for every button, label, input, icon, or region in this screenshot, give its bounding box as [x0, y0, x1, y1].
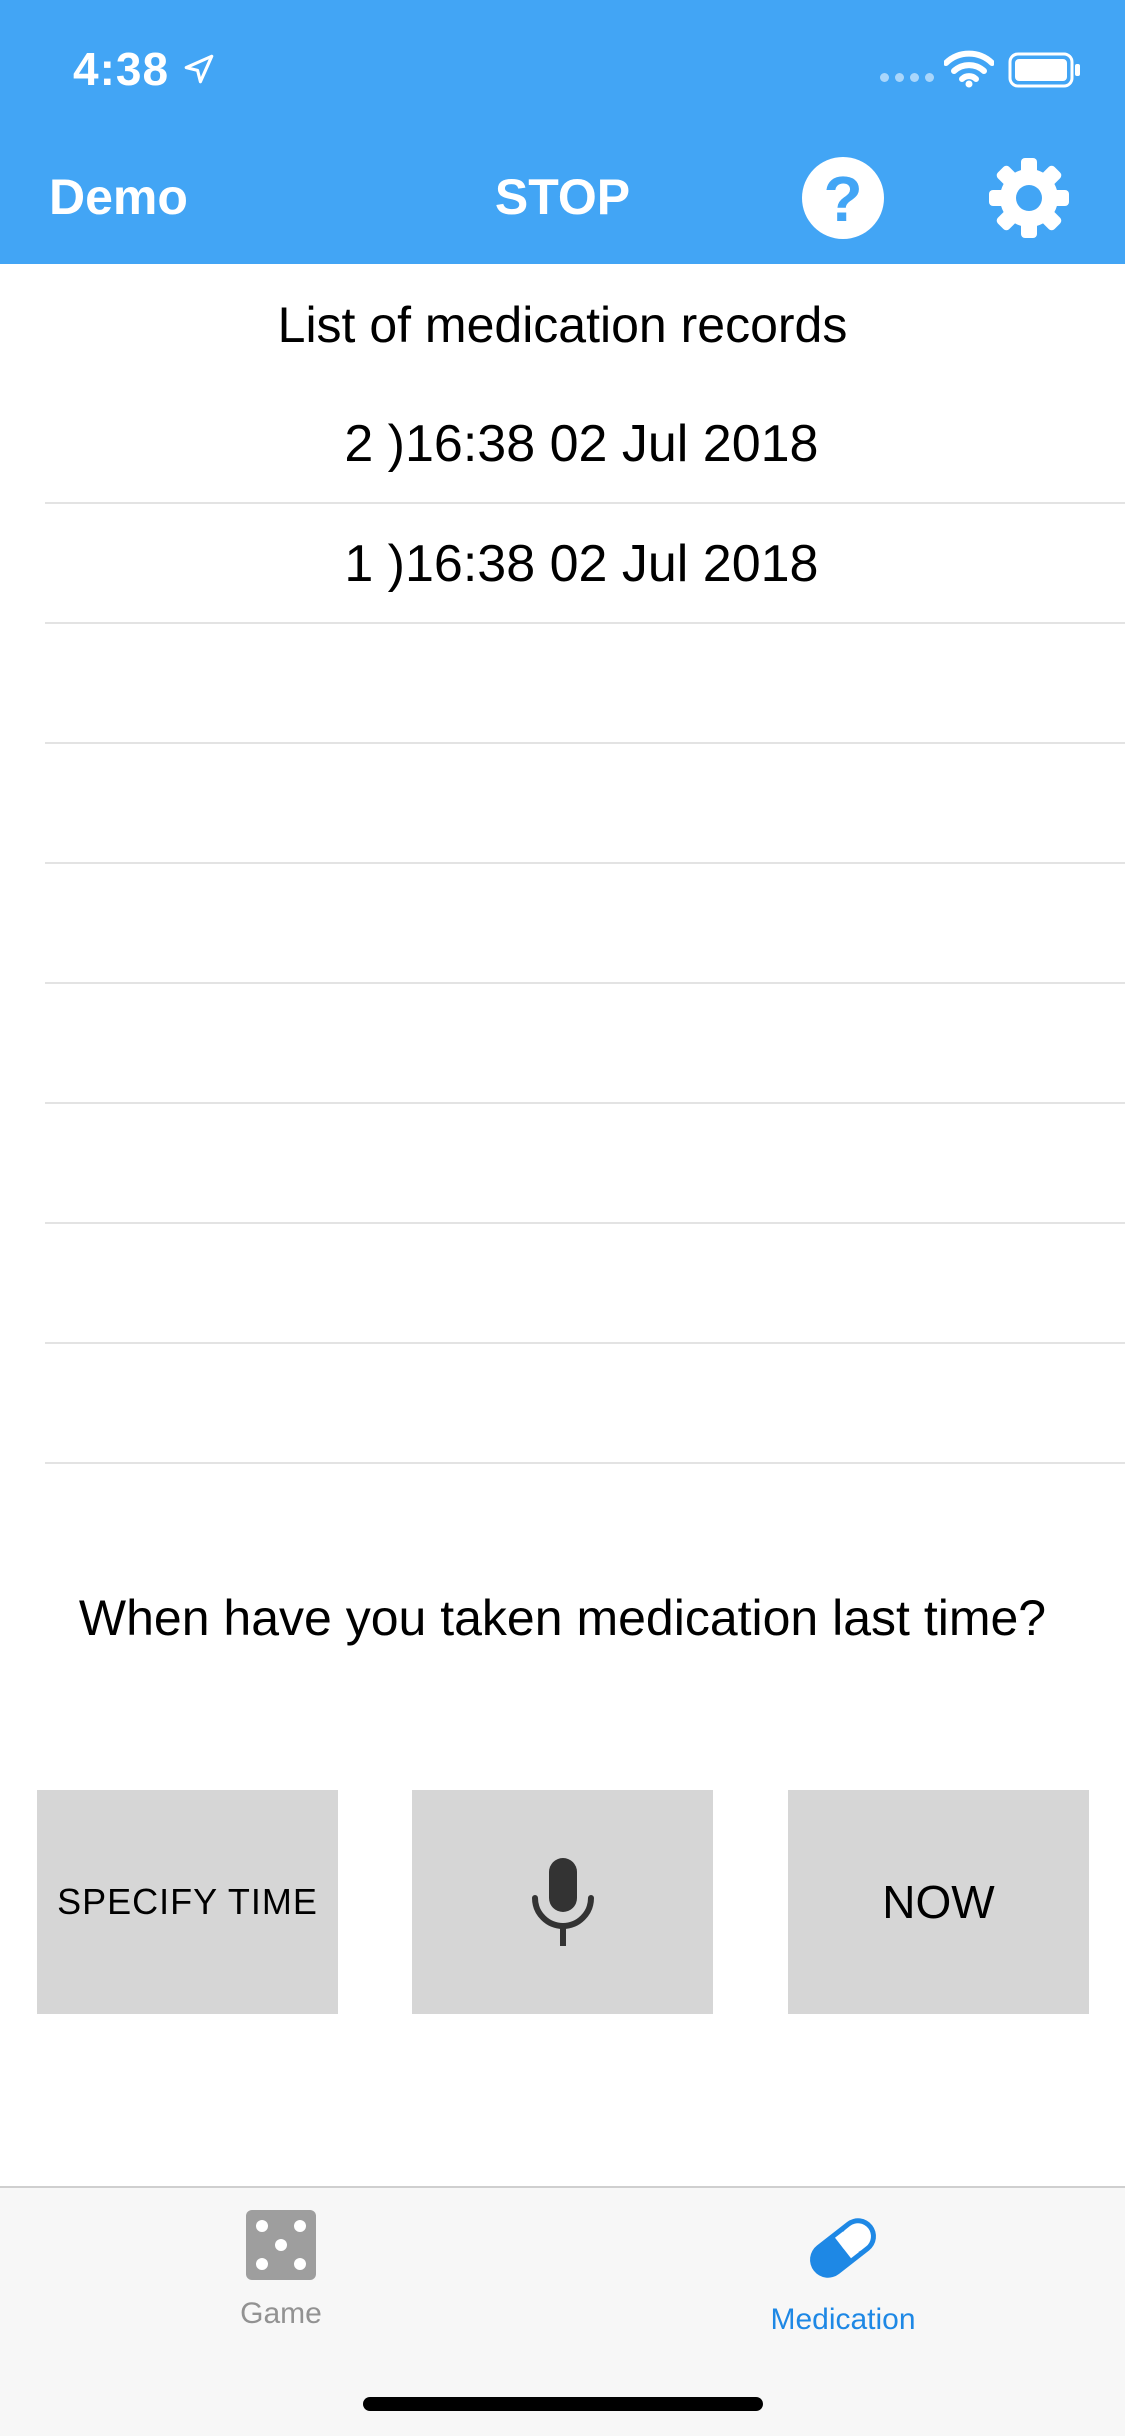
- tab-medication[interactable]: Medication: [693, 2208, 993, 2337]
- record-index: 2 ): [344, 415, 405, 473]
- empty-row: [45, 864, 1125, 984]
- record-index: 1 ): [344, 535, 405, 593]
- empty-row: [45, 624, 1125, 744]
- records-title: List of medication records: [277, 297, 848, 353]
- tab-game[interactable]: Game: [131, 2208, 431, 2331]
- empty-row: [45, 1104, 1125, 1224]
- empty-row: [45, 1344, 1125, 1464]
- top-bar: 4:38 Demo STOP ?: [0, 0, 1125, 264]
- specify-time-button[interactable]: SPECIFY TIME: [37, 1790, 338, 2014]
- microphone-icon: [531, 1858, 594, 1946]
- record-time: 16:38 02 Jul 2018: [405, 415, 819, 473]
- tab-label: Game: [240, 2297, 322, 2330]
- location-arrow-icon: [184, 54, 214, 84]
- empty-row: [45, 744, 1125, 864]
- pill-icon: [810, 2218, 876, 2278]
- empty-row: [45, 984, 1125, 1104]
- tab-label: Medication: [770, 2303, 916, 2336]
- status-time: 4:38: [73, 43, 170, 95]
- stop-button[interactable]: STOP: [495, 169, 630, 225]
- records-list: 2 ) 16:38 02 Jul 2018 1 ) 16:38 02 Jul 2…: [45, 384, 1125, 1464]
- demo-button[interactable]: Demo: [49, 168, 188, 226]
- voice-input-button[interactable]: [412, 1790, 713, 2014]
- question-circle-icon[interactable]: ?: [802, 157, 884, 239]
- cellular-signal-icon: [880, 73, 934, 82]
- record-time: 16:38 02 Jul 2018: [405, 535, 819, 593]
- list-item[interactable]: 1 ) 16:38 02 Jul 2018: [45, 504, 1125, 624]
- dice-icon: [246, 2210, 316, 2280]
- wifi-icon: [944, 50, 994, 88]
- now-button[interactable]: NOW: [788, 1790, 1089, 2014]
- gear-icon[interactable]: [985, 154, 1073, 242]
- battery-icon: [1008, 52, 1080, 88]
- empty-row: [45, 1224, 1125, 1344]
- medication-question: When have you taken medication last time…: [78, 1590, 1047, 1646]
- home-indicator: [363, 2397, 763, 2411]
- list-item[interactable]: 2 ) 16:38 02 Jul 2018: [45, 384, 1125, 504]
